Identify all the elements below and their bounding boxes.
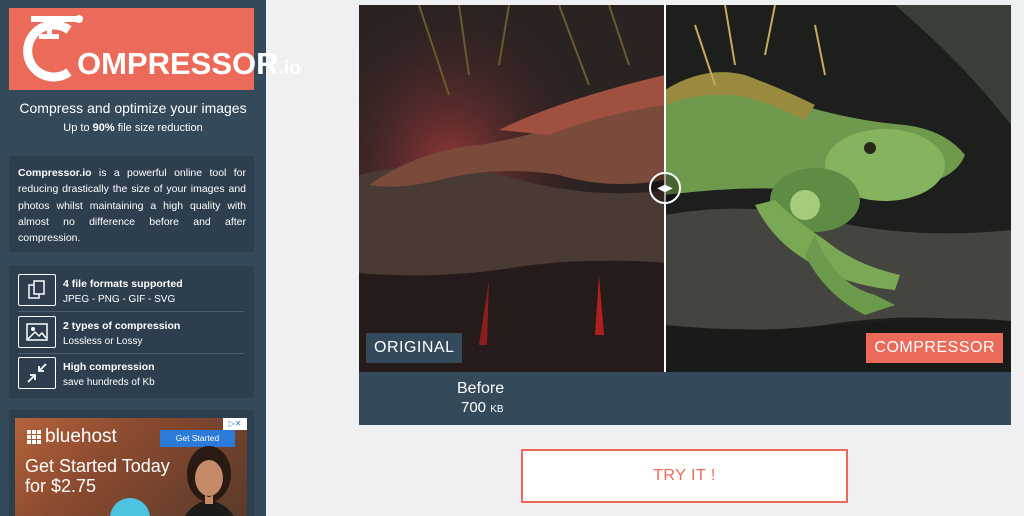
try-it-button[interactable]: TRY IT ! xyxy=(521,449,848,503)
feature-subtitle: save hundreds of Kb xyxy=(63,377,155,388)
before-size: 700 KB xyxy=(461,399,504,416)
description-box: Compressor.io is a powerful online tool … xyxy=(9,156,254,252)
compress-arrows-icon xyxy=(18,357,56,389)
bluehost-grid-icon xyxy=(27,430,41,444)
feature-high-compression: High compression save hundreds of Kb xyxy=(18,355,244,395)
image-icon xyxy=(18,316,56,348)
feature-compression-types: 2 types of compression Lossless or Lossy xyxy=(18,314,244,354)
compare-image-area[interactable]: ◀▶ ORIGINAL COMPRESSOR xyxy=(359,5,1011,372)
ad-circle-decoration xyxy=(110,498,150,516)
original-label: ORIGINAL xyxy=(366,333,463,363)
compressor-label: COMPRESSOR xyxy=(866,333,1003,363)
feature-title: High compression xyxy=(63,361,155,373)
ad-person-image xyxy=(185,446,234,516)
ad-choices-icon[interactable]: ▷✕ xyxy=(223,418,247,430)
sub-tagline: Up to 90% file size reduction xyxy=(63,122,203,134)
logo-clamp-icon xyxy=(23,15,83,82)
feature-formats: 4 file formats supported JPEG - PNG - GI… xyxy=(18,272,244,312)
image-compare-viewer[interactable]: ◀▶ ORIGINAL COMPRESSOR Before 700 KB xyxy=(359,5,1011,425)
bluehost-ad[interactable]: bluehost Get Started ▷✕ Get Started Toda… xyxy=(15,418,247,516)
feature-subtitle: JPEG - PNG - GIF - SVG xyxy=(63,294,176,305)
feature-subtitle: Lossless or Lossy xyxy=(63,336,143,347)
features-box: 4 file formats supported JPEG - PNG - GI… xyxy=(9,266,254,398)
ad-headline: Get Started Today for $2.75 xyxy=(25,456,170,496)
compressed-image xyxy=(665,5,1011,372)
feature-title: 2 types of compression xyxy=(63,320,181,332)
feature-title: 4 file formats supported xyxy=(63,278,183,290)
original-image xyxy=(359,5,665,372)
files-icon xyxy=(18,274,56,306)
tagline: Compress and optimize your images xyxy=(19,100,247,116)
before-title: Before xyxy=(457,380,505,397)
compare-slider-handle[interactable]: ◀▶ xyxy=(649,172,681,204)
compressor-logo[interactable]: OMPRESSOR.io xyxy=(9,8,301,90)
logo-text: OMPRESSOR.io xyxy=(77,46,301,81)
ad-brand: bluehost xyxy=(45,426,117,447)
